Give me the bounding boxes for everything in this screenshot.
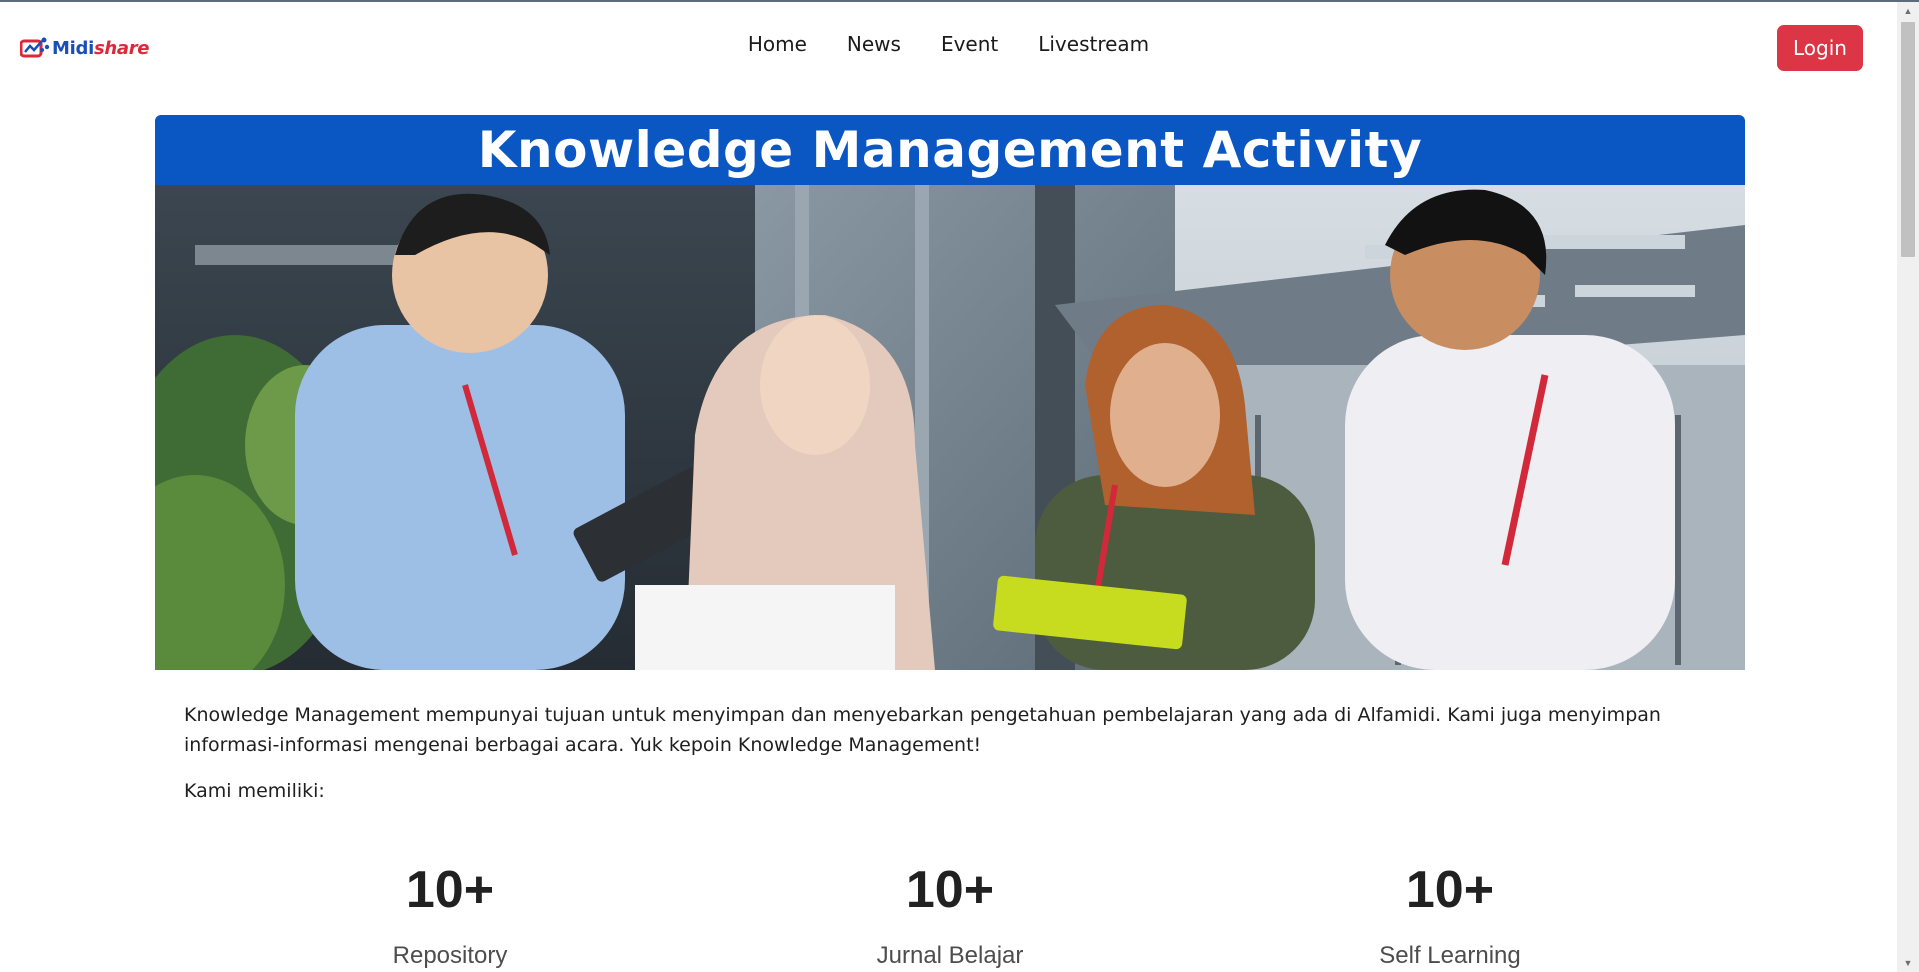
scroll-down-arrow-icon[interactable]: ▼ — [1897, 954, 1919, 972]
nav-livestream-link[interactable]: Livestream — [1038, 32, 1149, 56]
stat-value: 10+ — [405, 861, 495, 919]
stat-value: 10+ — [1405, 861, 1495, 919]
stat-jurnal-belajar: 10+ Jurnal Belajar — [800, 860, 1100, 970]
main-nav: Home News Event Livestream — [0, 32, 1897, 56]
stat-value: 10+ — [905, 861, 995, 919]
stat-label: Repository — [392, 942, 508, 969]
nav-event-link[interactable]: Event — [941, 32, 998, 56]
hero-banner: Knowledge Management Activity — [155, 115, 1745, 670]
page-scrollbar[interactable]: ▲ ▼ — [1897, 2, 1919, 972]
stat-label: Self Learning — [1379, 942, 1521, 969]
hero-title: Knowledge Management Activity — [477, 121, 1423, 179]
navbar: Midishare Home News Event Livestream Log… — [0, 2, 1897, 94]
intro-paragraph: Knowledge Management mempunyai tujuan un… — [184, 704, 1661, 756]
scroll-thumb[interactable] — [1901, 22, 1915, 257]
nav-home-link[interactable]: Home — [748, 32, 807, 56]
scroll-up-arrow-icon[interactable]: ▲ — [1897, 2, 1919, 20]
stat-repository: 10+ Repository — [300, 860, 600, 970]
hero-title-bar: Knowledge Management Activity — [155, 115, 1745, 185]
stat-label: Jurnal Belajar — [876, 942, 1024, 969]
stats-section: 10+ Repository 10+ Jurnal Belajar 10+ Se… — [0, 860, 1897, 972]
login-button[interactable]: Login — [1777, 25, 1863, 71]
features-intro-label: Kami memiliki: — [184, 780, 325, 802]
nav-news-link[interactable]: News — [847, 32, 901, 56]
hero-photo — [155, 185, 1745, 670]
stat-self-learning: 10+ Self Learning — [1300, 860, 1600, 970]
